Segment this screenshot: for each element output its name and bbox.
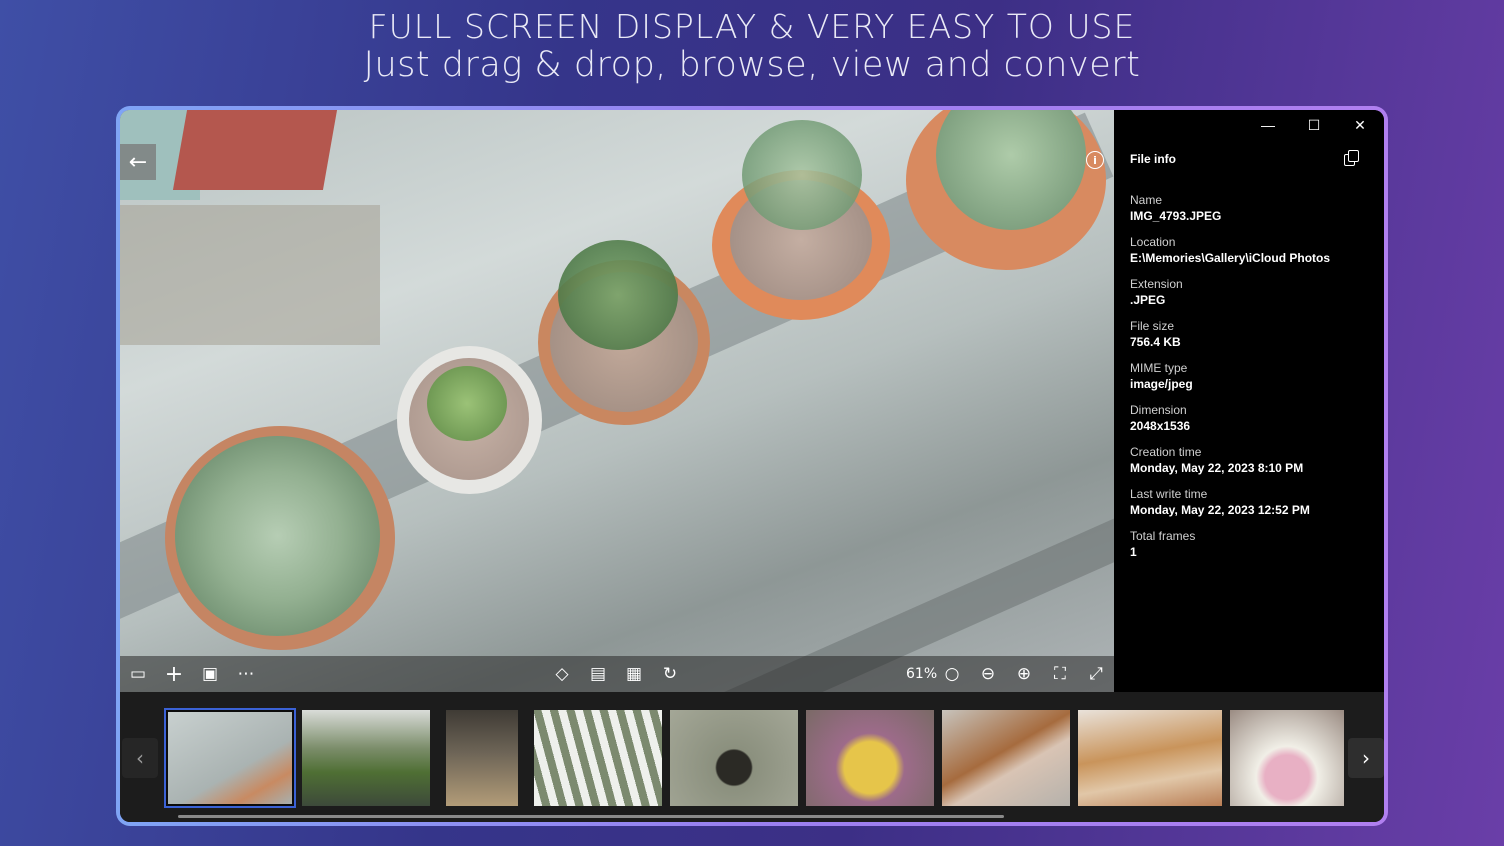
maximize-button[interactable]: ☐ — [1294, 114, 1334, 136]
field-label: Name — [1130, 193, 1163, 207]
prev-button[interactable]: ‹ — [122, 738, 158, 778]
field-value: image/jpeg — [1130, 377, 1193, 391]
panel-title: File info — [1130, 152, 1176, 166]
thumbnail-7[interactable] — [942, 710, 1070, 806]
field-label: Creation time — [1130, 445, 1202, 459]
photo-pot-3 — [538, 240, 710, 425]
back-button[interactable]: ← — [120, 144, 156, 180]
fullscreen-icon[interactable]: ⤢ — [1084, 662, 1108, 686]
field-value: Monday, May 22, 2023 12:52 PM — [1130, 503, 1310, 517]
next-button[interactable]: › — [1348, 738, 1384, 778]
thumbnail-4[interactable] — [534, 710, 662, 806]
photo-pot-1 — [165, 426, 395, 650]
field-label: Dimension — [1130, 403, 1187, 417]
zoom-in-icon[interactable]: ⊕ — [1012, 662, 1036, 686]
field-label: Total frames — [1130, 529, 1196, 543]
viewer-toolbar: ▭ + ▣ ⋯ ◇ ▤ ▦ ↻ 61% ○ ⊖ ⊕ ⛶ ⤢ — [120, 656, 1114, 692]
field-label: MIME type — [1130, 361, 1188, 375]
field-location: Location E:\Memories\Gallery\iCloud Phot… — [1130, 234, 1370, 276]
thumbnail-6[interactable] — [806, 710, 934, 806]
thumbnail-1[interactable] — [164, 708, 296, 808]
photo-background-metal — [120, 205, 380, 345]
field-dimension: Dimension 2048x1536 — [1130, 402, 1370, 444]
file-info-panel: — ☐ ✕ File info Name IMG_4793.JPEG Locat… — [1114, 110, 1384, 692]
headline-line-1: FULL SCREEN DISPLAY & VERY EASY TO USE — [368, 7, 1136, 46]
zoom-icon[interactable]: ○ — [940, 662, 964, 686]
field-creation-time: Creation time Monday, May 22, 2023 8:10 … — [1130, 444, 1370, 486]
app-frame: ← i ▭ + ▣ ⋯ ◇ ▤ ▦ ↻ 61% ○ ⊖ ⊕ ⛶ ⤢ — ☐ ✕ … — [116, 106, 1388, 826]
thumbnail-5[interactable] — [670, 710, 798, 806]
eraser-icon[interactable]: ◇ — [550, 662, 574, 686]
close-button[interactable]: ✕ — [1340, 114, 1380, 136]
thumbnail-9[interactable] — [1230, 710, 1344, 806]
copy-icon[interactable] — [1344, 150, 1359, 166]
chevron-left-icon: ‹ — [136, 746, 144, 770]
fit-icon[interactable]: ⛶ — [1048, 662, 1072, 686]
add-icon[interactable]: + — [162, 662, 186, 687]
field-last-write-time: Last write time Monday, May 22, 2023 12:… — [1130, 486, 1370, 528]
field-value: 1 — [1130, 545, 1137, 559]
app-window: ← i ▭ + ▣ ⋯ ◇ ▤ ▦ ↻ 61% ○ ⊖ ⊕ ⛶ ⤢ — ☐ ✕ … — [120, 110, 1384, 822]
field-value: 2048x1536 — [1130, 419, 1191, 433]
minimize-button[interactable]: — — [1248, 114, 1288, 136]
more-icon[interactable]: ⋯ — [234, 662, 258, 686]
zoom-level: 61% — [906, 666, 938, 682]
field-label: File size — [1130, 319, 1175, 333]
field-value: Monday, May 22, 2023 8:10 PM — [1130, 461, 1304, 475]
photo-pot-4 — [712, 120, 890, 320]
field-value: 756.4 KB — [1130, 335, 1181, 349]
field-value: .JPEG — [1130, 293, 1166, 307]
photo-background-tiles — [172, 110, 338, 190]
slideshow-icon[interactable]: ▭ — [126, 662, 150, 686]
field-total-frames: Total frames 1 — [1130, 528, 1370, 570]
field-label: Extension — [1130, 277, 1183, 291]
field-value: E:\Memories\Gallery\iCloud Photos — [1130, 251, 1331, 265]
field-name: Name IMG_4793.JPEG — [1130, 192, 1370, 234]
field-extension: Extension .JPEG — [1130, 276, 1370, 318]
image-edit-icon[interactable]: ▦ — [622, 662, 646, 686]
field-label: Last write time — [1130, 487, 1208, 501]
file-info-fields: Name IMG_4793.JPEG Location E:\Memories\… — [1130, 192, 1370, 570]
photo-pot-2 — [397, 346, 542, 494]
thumbnail-strip: ‹ › — [120, 692, 1384, 822]
thumbnail-8[interactable] — [1078, 710, 1222, 806]
thumbnail-3[interactable] — [446, 710, 518, 806]
convert-icon[interactable]: ▤ — [586, 662, 610, 686]
image-canvas[interactable]: ← i ▭ + ▣ ⋯ ◇ ▤ ▦ ↻ 61% ○ ⊖ ⊕ ⛶ ⤢ — [120, 110, 1114, 692]
thumbnail-2[interactable] — [302, 710, 430, 806]
thumbnail-scrollbar[interactable] — [178, 815, 1004, 818]
zoom-out-icon[interactable]: ⊖ — [976, 662, 1000, 686]
field-file-size: File size 756.4 KB — [1130, 318, 1370, 360]
field-mime-type: MIME type image/jpeg — [1130, 360, 1370, 402]
field-label: Location — [1130, 235, 1176, 249]
info-icon[interactable]: i — [1086, 151, 1104, 169]
rotate-icon[interactable]: ↻ — [658, 662, 682, 686]
save-icon[interactable]: ▣ — [198, 662, 222, 686]
chevron-right-icon: › — [1362, 746, 1370, 770]
headline: FULL SCREEN DISPLAY & VERY EASY TO USE J… — [0, 7, 1504, 85]
field-value: IMG_4793.JPEG — [1130, 209, 1222, 223]
headline-line-2: Just drag & drop, browse, view and conve… — [363, 45, 1141, 85]
arrow-left-icon: ← — [128, 149, 148, 175]
